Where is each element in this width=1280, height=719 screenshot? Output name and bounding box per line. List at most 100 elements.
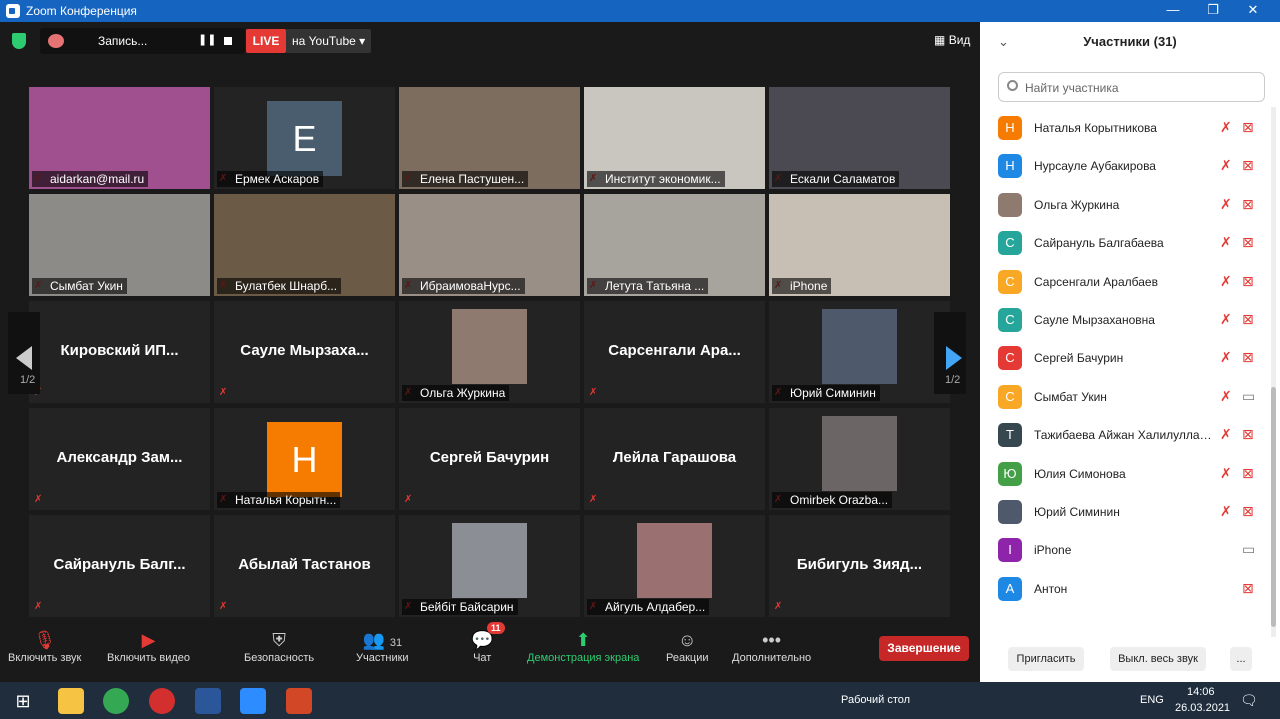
participant-row[interactable]: C Сергей Бачурин ✗ ⊠ — [980, 339, 1280, 377]
participant-row[interactable]: T Тажибаева Айжан Халилуллае... ✗ ⊠ — [980, 416, 1280, 454]
video-tile[interactable]: ✗ИбраимоваНурс... — [399, 194, 580, 296]
file-explorer-icon[interactable] — [58, 688, 84, 714]
stop-recording-icon[interactable] — [224, 37, 232, 45]
participant-row[interactable]: Юрий Симинин ✗ ⊠ — [980, 493, 1280, 531]
participant-row[interactable]: C Сайрануль Балгабаева ✗ ⊠ — [980, 224, 1280, 262]
more-button[interactable]: ••• Дополнительно — [732, 628, 811, 664]
participant-row[interactable]: Ольга Журкина ✗ ⊠ — [980, 186, 1280, 224]
participant-row[interactable]: A Антон ⊠ — [980, 570, 1280, 608]
word-icon[interactable] — [195, 688, 221, 714]
maximize-button[interactable]: ❐ — [1193, 0, 1233, 22]
mic-muted-icon[interactable]: ✗ — [1220, 311, 1232, 328]
video-tile[interactable]: Сайрануль Балг... ✗ — [29, 515, 210, 617]
video-tile[interactable]: ✗Булатбек Шнарб... — [214, 194, 395, 296]
participant-row[interactable]: H Нурсауле Аубакирова ✗ ⊠ — [980, 147, 1280, 185]
mic-muted-icon[interactable]: ✗ — [1220, 273, 1232, 290]
video-on-icon[interactable]: ▭ — [1242, 541, 1255, 558]
chrome-icon[interactable] — [103, 688, 129, 714]
notifications-icon[interactable]: 🗨 — [1240, 692, 1258, 709]
mic-muted-icon[interactable]: ✗ — [1220, 503, 1232, 520]
search-input[interactable]: Найти участника — [998, 72, 1265, 102]
video-tile[interactable]: ✗Юрий Симинин — [769, 301, 950, 403]
video-tile[interactable]: E✗Ермек Аскаров — [214, 87, 395, 189]
view-button[interactable]: ▦ Вид — [934, 33, 970, 47]
participants-button[interactable]: 👥 31 Участники — [356, 628, 409, 664]
video-tile[interactable]: Сергей Бачурин ✗ — [399, 408, 580, 510]
video-tile[interactable]: ✗Ескали Саламатов — [769, 87, 950, 189]
video-off-icon[interactable]: ⊠ — [1242, 426, 1254, 443]
scrollbar[interactable] — [1271, 107, 1276, 637]
end-meeting-button[interactable]: Завершение — [879, 636, 969, 661]
video-off-icon[interactable]: ⊠ — [1242, 311, 1254, 328]
mic-muted-icon[interactable]: ✗ — [1220, 388, 1232, 405]
lang-indicator[interactable]: ENG — [1140, 694, 1164, 706]
live-badge[interactable]: LIVE — [246, 29, 286, 53]
participant-row[interactable]: C Сауле Мырзахановна ✗ ⊠ — [980, 301, 1280, 339]
video-tile[interactable]: Бибигуль Зияд... ✗ — [769, 515, 950, 617]
video-on-icon[interactable]: ▭ — [1242, 388, 1255, 405]
chevron-down-icon[interactable]: ⌄ — [998, 22, 1009, 62]
video-off-icon[interactable]: ⊠ — [1242, 349, 1254, 366]
youtube-dropdown[interactable]: на YouTube ▾ — [286, 29, 371, 53]
unmute-button[interactable]: 🎙 Включить звук — [8, 628, 81, 664]
pause-recording-icon[interactable]: ❚❚ — [198, 33, 216, 46]
security-button[interactable]: ⛨ Безопасность — [244, 628, 314, 664]
video-tile[interactable]: H✗Наталья Корытн... — [214, 408, 395, 510]
panel-more-button[interactable]: ... — [1230, 647, 1252, 671]
participant-row[interactable]: C Сарсенгали Аралбаев ✗ ⊠ — [980, 263, 1280, 301]
video-tile[interactable]: Кировский ИП...✗ — [29, 301, 210, 403]
start-video-button[interactable]: ▶ Включить видео — [107, 628, 190, 664]
video-off-icon[interactable]: ⊠ — [1242, 580, 1254, 597]
powerpoint-icon[interactable] — [286, 688, 312, 714]
close-button[interactable]: ✕ — [1233, 0, 1273, 22]
video-tile[interactable]: Сарсенгали Ара... ✗ — [584, 301, 765, 403]
zoom-taskbar-icon[interactable] — [240, 688, 266, 714]
video-tile[interactable]: Абылай Тастанов ✗ — [214, 515, 395, 617]
reactions-button[interactable]: ☺ Реакции — [666, 628, 709, 664]
video-tile[interactable]: ✗Айгуль Алдабер... — [584, 515, 765, 617]
video-off-icon[interactable]: ⊠ — [1242, 273, 1254, 290]
clock-time[interactable]: 14:06 — [1187, 686, 1215, 698]
video-off-icon[interactable]: ⊠ — [1242, 503, 1254, 520]
mic-muted-icon[interactable]: ✗ — [1220, 349, 1232, 366]
mic-muted-icon[interactable]: ✗ — [1220, 119, 1232, 136]
participant-row[interactable]: Ю Юлия Симонова ✗ ⊠ — [980, 455, 1280, 493]
desktop-label[interactable]: Рабочий стол — [841, 694, 910, 706]
video-off-icon[interactable]: ⊠ — [1242, 196, 1254, 213]
opera-icon[interactable] — [149, 688, 175, 714]
share-screen-button[interactable]: ⬆ Демонстрация экрана — [527, 628, 639, 664]
minimize-button[interactable]: — — [1153, 0, 1193, 22]
invite-button[interactable]: Пригласить — [1008, 647, 1084, 671]
mute-all-button[interactable]: Выкл. весь звук — [1110, 647, 1206, 671]
avatar: H — [998, 116, 1022, 140]
video-tile[interactable]: ✗Ольга Журкина — [399, 301, 580, 403]
video-tile[interactable]: ✗iPhone — [769, 194, 950, 296]
video-off-icon[interactable]: ⊠ — [1242, 465, 1254, 482]
video-tile[interactable]: Александр Зам... ✗ — [29, 408, 210, 510]
video-tile[interactable]: ✗Институт экономик... — [584, 87, 765, 189]
video-tile[interactable]: Сауле Мырзаха... ✗ — [214, 301, 395, 403]
video-tile[interactable]: ✗Omirbek Orazba... — [769, 408, 950, 510]
mic-muted-icon[interactable]: ✗ — [1220, 196, 1232, 213]
participant-row[interactable]: H Наталья Корытникова ✗ ⊠ — [980, 109, 1280, 147]
mic-muted-icon[interactable]: ✗ — [1220, 465, 1232, 482]
video-off-icon[interactable]: ⊠ — [1242, 234, 1254, 251]
video-tile[interactable]: ✗Сымбат Укин — [29, 194, 210, 296]
video-off-icon[interactable]: ⊠ — [1242, 119, 1254, 136]
clock-date[interactable]: 26.03.2021 — [1175, 702, 1230, 714]
mic-muted-icon[interactable]: ✗ — [1220, 157, 1232, 174]
participant-row[interactable]: IiPhone ▭ — [980, 531, 1280, 569]
mic-muted-icon[interactable]: ✗ — [1220, 426, 1232, 443]
video-tile[interactable]: ✗aidarkan@mail.ru — [29, 87, 210, 189]
video-tile[interactable]: ✗Бейбіт Байсарин — [399, 515, 580, 617]
mic-muted-icon[interactable]: ✗ — [1220, 234, 1232, 251]
video-tile[interactable]: ✗Елена Пастушен... — [399, 87, 580, 189]
participant-row[interactable]: C Сымбат Укин ✗ ▭ — [980, 378, 1280, 416]
participant-name: Сымбат Укин — [32, 278, 127, 294]
start-icon[interactable]: ⊞ — [10, 688, 36, 714]
video-tile[interactable]: ✗Летута Татьяна ... — [584, 194, 765, 296]
video-tile[interactable]: Лейла Гарашова ✗ — [584, 408, 765, 510]
scrollbar-thumb[interactable] — [1271, 387, 1276, 627]
security-shield-icon[interactable] — [12, 33, 26, 49]
video-off-icon[interactable]: ⊠ — [1242, 157, 1254, 174]
